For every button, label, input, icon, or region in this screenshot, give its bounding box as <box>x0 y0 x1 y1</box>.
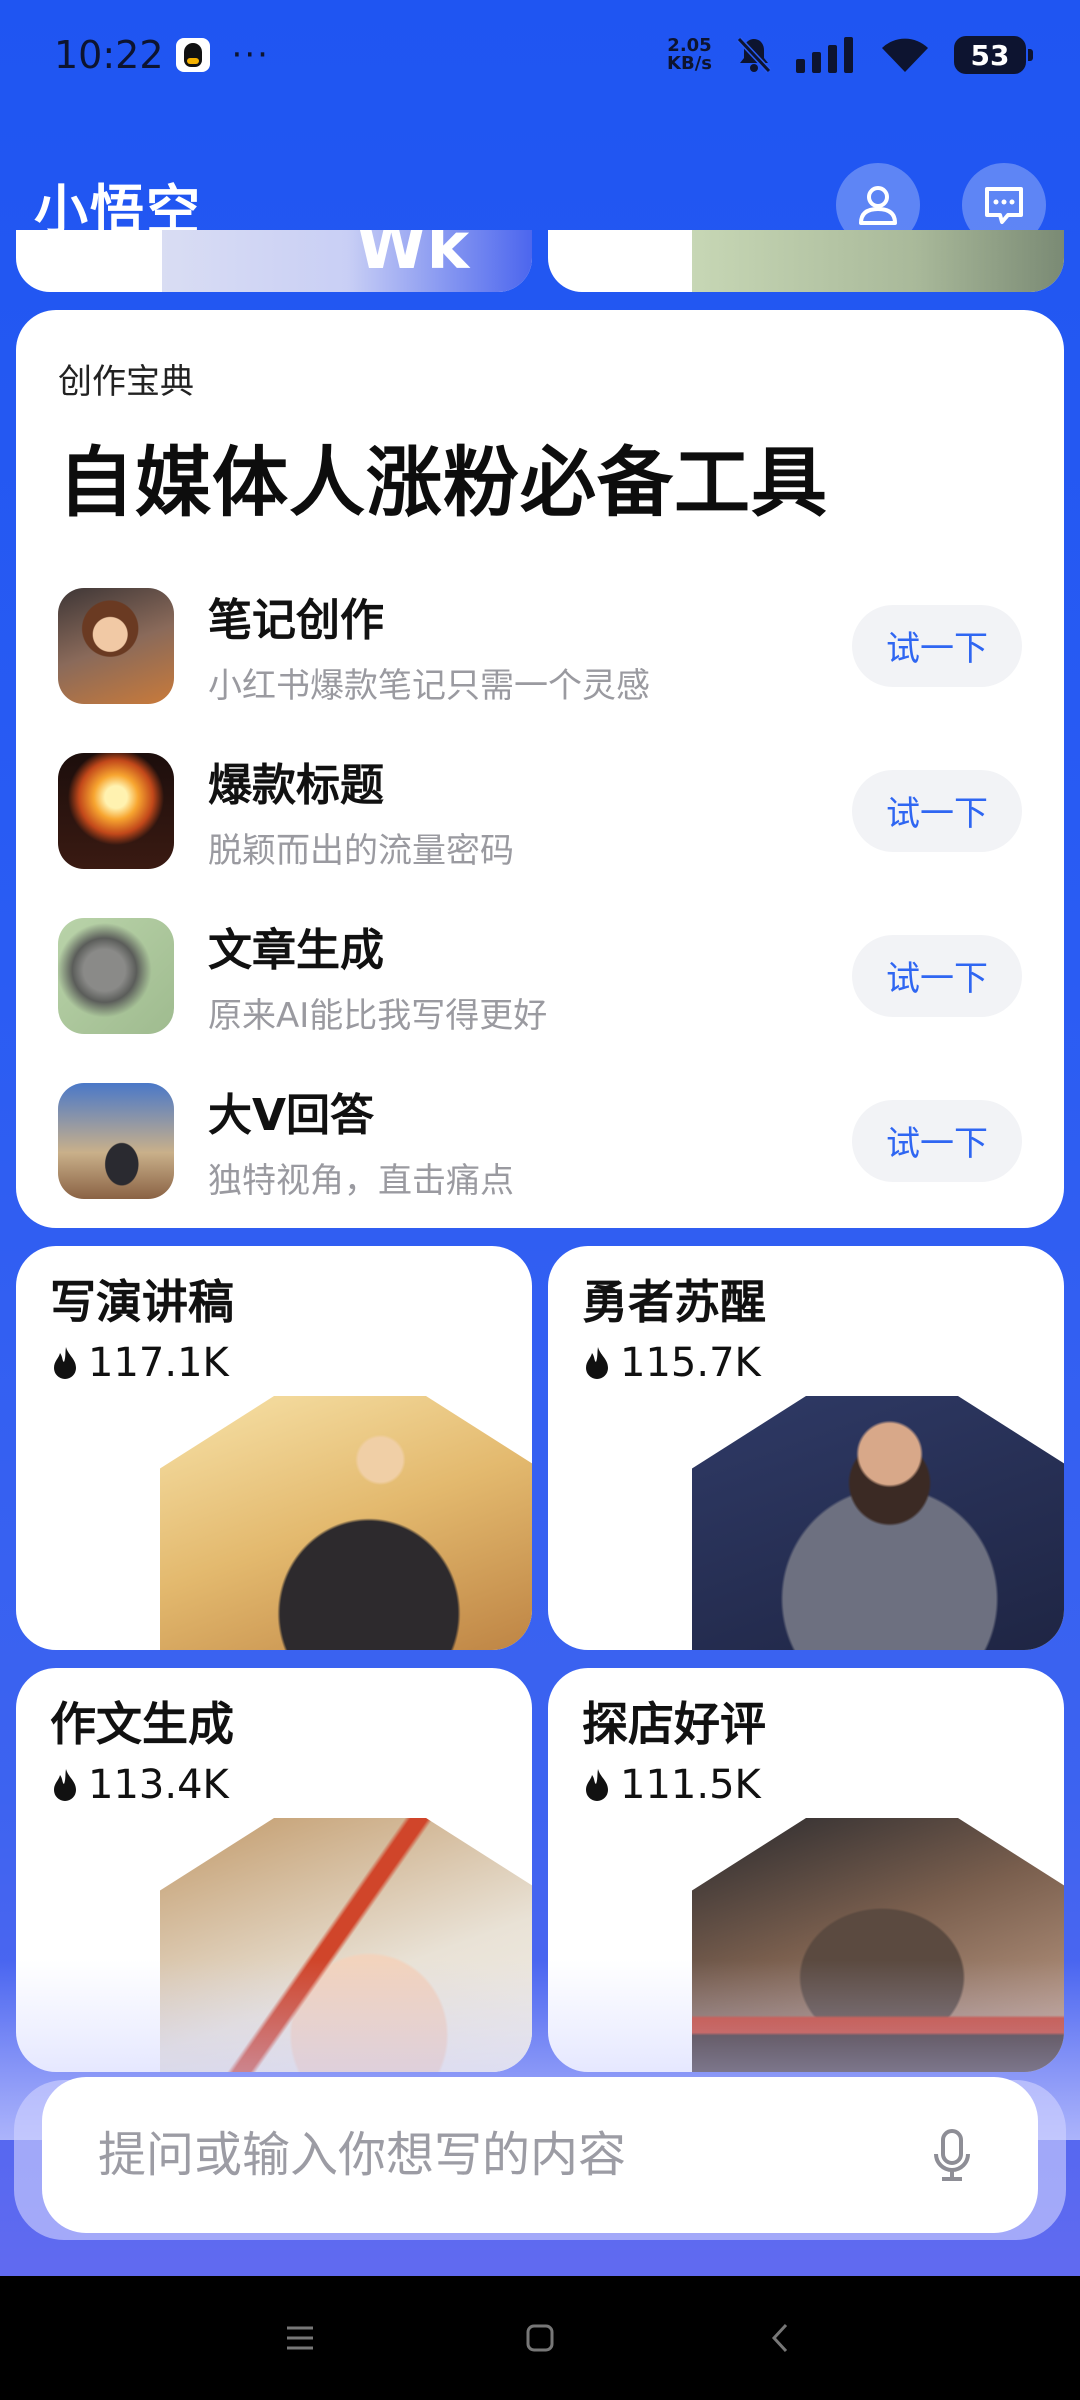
signal-icon <box>796 37 856 73</box>
title-thumbnail <box>58 752 174 869</box>
tool-description: 原来AI能比我写得更好 <box>208 996 548 1036</box>
template-card-hero[interactable]: 勇者苏醒 115.7K <box>548 1246 1064 1650</box>
creation-guide-card: 创作宝典 自媒体人涨粉必备工具 笔记创作 小红书爆款笔记只需一个灵感 试一下 爆… <box>16 310 1064 1228</box>
previous-card-left-text: Wk <box>356 230 470 284</box>
user-icon <box>859 186 897 225</box>
wifi-icon <box>880 36 930 74</box>
back-button[interactable] <box>750 2308 810 2368</box>
card-kicker: 创作宝典 <box>58 362 194 402</box>
template-title: 探店好评 <box>582 1697 766 1751</box>
popularity-stat: 117.1K <box>50 1340 229 1386</box>
hero-illustration <box>692 1396 1064 1650</box>
menu-button[interactable] <box>270 2308 330 2368</box>
template-title: 勇者苏醒 <box>582 1275 766 1329</box>
network-speed: 2.05 KB/s <box>667 37 712 73</box>
tool-description: 脱颖而出的流量密码 <box>208 831 514 871</box>
tool-row-answer[interactable]: 大V回答 独特视角，直击痛点 试一下 <box>58 1058 1022 1223</box>
popularity-count: 117.1K <box>88 1340 229 1386</box>
speech-illustration <box>160 1396 532 1650</box>
status-time: 10:22 <box>54 33 164 77</box>
tool-description: 独特视角，直击痛点 <box>208 1161 514 1201</box>
answer-thumbnail <box>58 1082 174 1199</box>
prompt-bar <box>42 2077 1038 2233</box>
feedback-icon <box>985 187 1023 224</box>
fire-icon <box>586 1347 608 1379</box>
tool-row-article[interactable]: 文章生成 原来AI能比我写得更好 试一下 <box>58 893 1022 1058</box>
prompt-input[interactable] <box>98 2127 922 2183</box>
tool-name: 大V回答 <box>208 1090 375 1141</box>
tool-name: 爆款标题 <box>208 760 384 811</box>
status-bar: 10:22 ··· 2.05 KB/s 53 <box>0 0 1080 110</box>
qq-icon <box>175 38 210 72</box>
tool-row-note[interactable]: 笔记创作 小红书爆款笔记只需一个灵感 试一下 <box>58 563 1022 728</box>
fire-icon <box>54 1769 76 1801</box>
previous-card-left[interactable]: Wk <box>16 230 532 292</box>
fire-icon <box>54 1347 76 1379</box>
back-icon <box>771 2323 788 2353</box>
popularity-stat: 111.5K <box>582 1762 761 1808</box>
template-title: 作文生成 <box>50 1697 234 1751</box>
popularity-count: 113.4K <box>88 1762 229 1808</box>
try-button[interactable]: 试一下 <box>852 604 1022 687</box>
mute-icon <box>736 36 772 74</box>
system-nav-bar <box>0 2276 1080 2400</box>
voice-input-button[interactable] <box>922 2125 982 2185</box>
try-button[interactable]: 试一下 <box>852 769 1022 852</box>
popularity-stat: 113.4K <box>50 1762 229 1808</box>
tool-description: 小红书爆款笔记只需一个灵感 <box>208 666 650 706</box>
popularity-count: 111.5K <box>620 1762 761 1808</box>
fire-icon <box>586 1769 608 1801</box>
popularity-count: 115.7K <box>620 1340 761 1386</box>
template-card-speech[interactable]: 写演讲稿 117.1K <box>16 1246 532 1650</box>
menu-icon <box>287 2326 313 2350</box>
network-speed-unit: KB/s <box>667 53 712 74</box>
card-heading: 自媒体人涨粉必备工具 <box>58 438 828 527</box>
tool-name: 文章生成 <box>208 925 384 976</box>
previous-card-right[interactable] <box>548 230 1064 292</box>
microphone-icon <box>934 2129 970 2181</box>
home-button[interactable] <box>510 2308 570 2368</box>
tool-name: 笔记创作 <box>208 595 384 646</box>
tool-list: 笔记创作 小红书爆款笔记只需一个灵感 试一下 爆款标题 脱颖而出的流量密码 试一… <box>58 563 1022 1223</box>
more-notifications-icon: ··· <box>231 35 270 75</box>
article-thumbnail <box>58 917 174 1034</box>
battery-icon: 53 <box>954 36 1033 74</box>
popularity-stat: 115.7K <box>582 1340 761 1386</box>
try-button[interactable]: 试一下 <box>852 934 1022 1017</box>
template-title: 写演讲稿 <box>50 1275 234 1329</box>
note-thumbnail <box>58 587 174 704</box>
try-button[interactable]: 试一下 <box>852 1099 1022 1182</box>
home-icon <box>526 2324 554 2352</box>
tool-row-title[interactable]: 爆款标题 脱颖而出的流量密码 试一下 <box>58 728 1022 893</box>
